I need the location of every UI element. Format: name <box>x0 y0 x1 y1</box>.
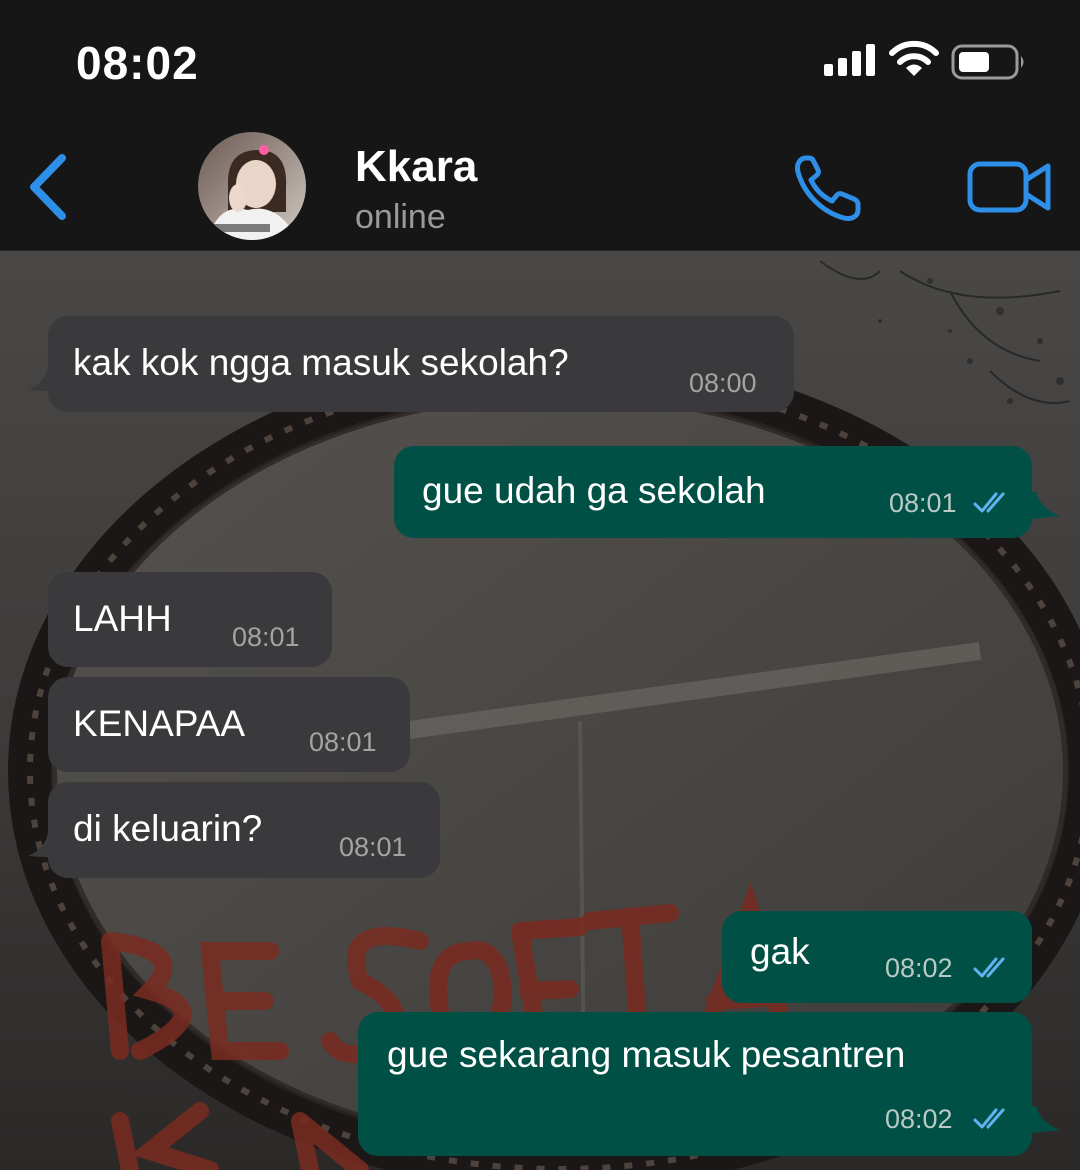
message-text: KENAPAA <box>73 703 246 744</box>
call-icon[interactable] <box>792 152 864 224</box>
message-time: 08:01 <box>339 832 407 862</box>
message-text: kak kok ngga masuk sekolah? <box>73 342 569 383</box>
read-receipt-icon <box>973 492 1005 513</box>
message-text: LAHH <box>73 598 172 639</box>
avatar[interactable] <box>198 132 306 240</box>
status-time: 08:02 <box>76 37 199 89</box>
message-time: 08:02 <box>885 1104 953 1134</box>
contact-status: online <box>355 198 446 236</box>
battery-icon <box>951 44 1024 80</box>
message-text: di keluarin? <box>73 808 263 849</box>
message-time: 08:00 <box>689 368 757 398</box>
contact-name[interactable]: Kkara <box>355 142 477 192</box>
back-icon[interactable] <box>26 152 74 222</box>
message-time: 08:02 <box>885 953 953 983</box>
message-incoming[interactable]: LAHH 08:01 <box>48 572 332 667</box>
message-time: 08:01 <box>889 488 957 518</box>
video-call-icon[interactable] <box>966 158 1052 216</box>
read-receipt-icon <box>973 1108 1005 1129</box>
wifi-icon <box>889 40 939 76</box>
message-incoming[interactable]: kak kok ngga masuk sekolah? 08:00 <box>48 316 794 412</box>
signal-icon <box>824 44 875 76</box>
message-text: gue sekarang masuk pesantren <box>387 1034 906 1075</box>
bubble-tail <box>1022 492 1060 520</box>
message-text: gak <box>750 931 810 972</box>
message-time: 08:01 <box>232 622 300 652</box>
message-outgoing[interactable]: gak 08:02 <box>722 911 1032 1003</box>
message-incoming[interactable]: KENAPAA 08:01 <box>48 677 410 772</box>
message-incoming[interactable]: di keluarin? 08:01 <box>48 782 440 878</box>
bubble-tail <box>28 366 58 392</box>
read-receipt-icon <box>973 957 1005 978</box>
bubble-tail <box>28 832 58 858</box>
bubble-tail <box>1022 1106 1060 1134</box>
chat-header: Kkara online <box>0 118 1080 251</box>
message-outgoing[interactable]: gue udah ga sekolah 08:01 <box>394 446 1032 538</box>
message-text: gue udah ga sekolah <box>422 470 766 511</box>
message-outgoing[interactable]: gue sekarang masuk pesantren 08:02 <box>358 1012 1032 1156</box>
message-time: 08:01 <box>309 727 377 757</box>
status-bar: 08:02 <box>0 0 1080 118</box>
